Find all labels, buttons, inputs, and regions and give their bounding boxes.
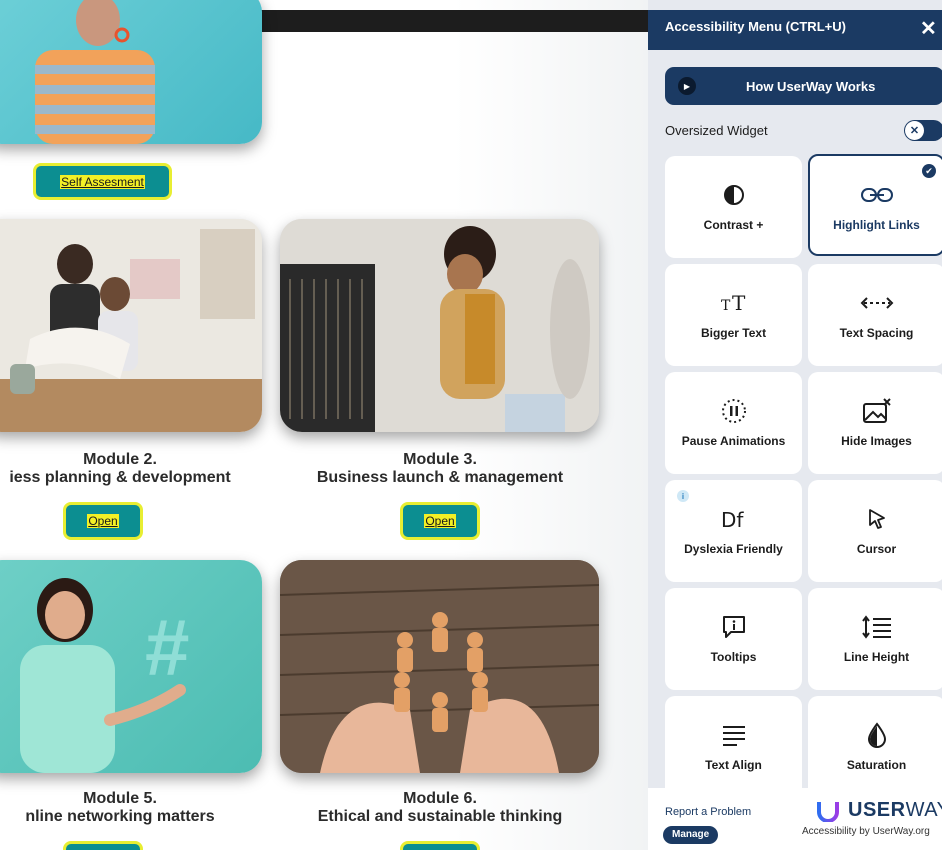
svg-text:T: T: [732, 292, 746, 314]
highlight-links-label: Highlight Links: [833, 218, 920, 232]
bigger-text-icon: TT: [719, 290, 749, 316]
module-5-image: #: [0, 560, 262, 773]
module-6-image: [280, 560, 599, 773]
close-icon[interactable]: ✕: [920, 16, 942, 44]
how-userway-works-button[interactable]: ▶ How UserWay Works: [665, 67, 942, 105]
oversized-widget-label: Oversized Widget: [665, 123, 768, 138]
text-spacing-label: Text Spacing: [839, 326, 914, 340]
cursor-icon: [866, 506, 888, 532]
module-6-open-button[interactable]: [400, 841, 480, 850]
text-align-icon: [721, 722, 747, 748]
contrast-label: Contrast +: [703, 218, 764, 232]
link-icon: [860, 182, 894, 208]
cursor-tile[interactable]: Cursor: [808, 480, 942, 582]
self-assessment-button[interactable]: Self Assesment: [33, 163, 172, 200]
dyslexia-friendly-tile[interactable]: i Df Dyslexia Friendly: [665, 480, 802, 582]
manage-button[interactable]: Manage: [663, 826, 719, 844]
pause-animations-tile[interactable]: Pause Animations: [665, 372, 802, 474]
text-spacing-icon: [860, 290, 894, 316]
bigger-text-label: Bigger Text: [700, 326, 767, 340]
bigger-text-tile[interactable]: TT Bigger Text: [665, 264, 802, 366]
svg-text:#: #: [145, 603, 190, 692]
userway-logo[interactable]: USERWAY: [816, 799, 942, 822]
dyslexia-friendly-label: Dyslexia Friendly: [684, 542, 783, 556]
how-userway-works-label: How UserWay Works: [746, 78, 876, 94]
module-2-open-button[interactable]: Open: [63, 502, 143, 540]
self-assessment-link[interactable]: Self Assesment: [60, 174, 145, 189]
tooltips-tile[interactable]: Tooltips: [665, 588, 802, 690]
line-height-tile[interactable]: Line Height: [808, 588, 942, 690]
userway-icon: [817, 801, 839, 822]
module-2-image: [0, 219, 262, 432]
module-3-title: Module 3. Business launch & management: [316, 451, 564, 486]
highlight-links-tile[interactable]: ✔ Highlight Links: [808, 154, 942, 256]
saturation-icon: [867, 722, 887, 748]
contrast-tile[interactable]: Contrast +: [665, 156, 802, 258]
tooltip-icon: [721, 614, 747, 640]
accessibility-menu-title: Accessibility Menu (CTRL+U): [665, 19, 846, 34]
module-6-title: Module 6. Ethical and sustainable thinki…: [317, 790, 563, 825]
report-problem-link[interactable]: Report a Problem: [665, 806, 751, 818]
module-5-open-button[interactable]: [63, 841, 143, 850]
pause-animations-label: Pause Animations: [681, 434, 786, 448]
module-2-title: Module 2. iess planning & development: [9, 451, 231, 486]
module-3-image: [280, 219, 599, 432]
module-3-open-button[interactable]: Open: [400, 502, 480, 540]
info-icon[interactable]: i: [677, 490, 689, 502]
module-5-title: Module 5. nline networking matters: [25, 790, 215, 825]
svg-text:T: T: [721, 298, 731, 314]
pause-animations-icon: [721, 398, 747, 424]
hide-images-icon: [862, 398, 892, 424]
line-height-label: Line Height: [843, 650, 910, 664]
oversized-widget-toggle[interactable]: ✕: [904, 120, 942, 141]
accessibility-menu-panel: Accessibility Menu (CTRL+U) ✕ ▶ How User…: [648, 0, 942, 850]
module-3-open-link[interactable]: Open: [424, 514, 456, 528]
hide-images-tile[interactable]: Hide Images: [808, 372, 942, 474]
text-spacing-tile[interactable]: Text Spacing: [808, 264, 942, 366]
page-content: Self Assesment Module 2. iess planning &…: [0, 0, 648, 850]
accessibility-footer: Report a Problem Manage USERWAY Accessib…: [648, 788, 942, 850]
module-2-open-link[interactable]: Open: [87, 514, 119, 528]
line-height-icon: [861, 614, 893, 640]
play-icon: ▶: [678, 77, 696, 95]
cursor-label: Cursor: [856, 542, 897, 556]
userway-tagline: Accessibility by UserWay.org: [802, 826, 930, 837]
text-align-tile[interactable]: Text Align: [665, 696, 802, 798]
checkmark-icon: ✔: [922, 164, 936, 178]
userway-wordmark: USERWAY: [848, 799, 942, 821]
accessibility-menu-header: Accessibility Menu (CTRL+U) ✕: [648, 10, 942, 50]
contrast-icon: [723, 182, 745, 208]
text-align-label: Text Align: [705, 758, 762, 772]
tooltips-label: Tooltips: [710, 650, 757, 664]
toggle-off-icon: ✕: [905, 121, 924, 140]
hide-images-label: Hide Images: [841, 434, 912, 448]
dyslexia-icon: Df: [719, 506, 749, 532]
saturation-tile[interactable]: Saturation: [808, 696, 942, 798]
saturation-label: Saturation: [846, 758, 907, 772]
module-1-image: [0, 0, 262, 144]
svg-text:Df: Df: [721, 508, 744, 531]
